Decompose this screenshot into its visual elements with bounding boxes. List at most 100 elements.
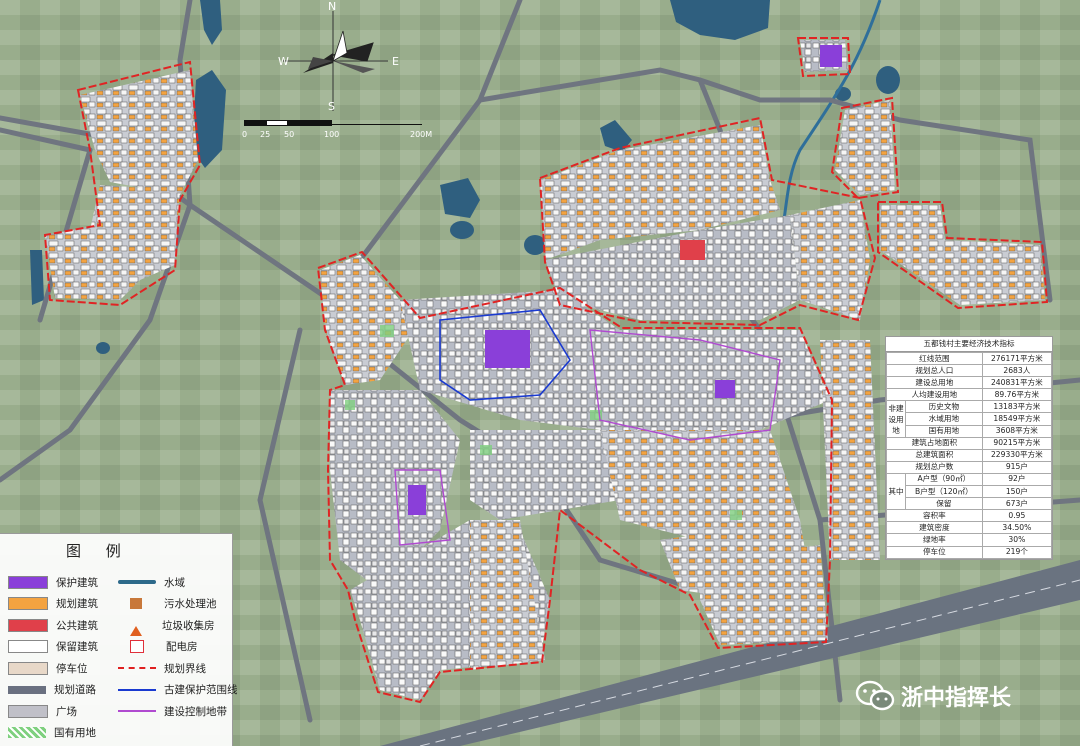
tech-row-label: 历史文物	[905, 400, 983, 414]
tech-row: 建筑占地面积 90215平方米	[886, 436, 1053, 450]
tech-row-label: 停车位	[886, 545, 983, 559]
tech-row-value: 0.95	[981, 509, 1053, 523]
legend-label-heritage: 古建保护范围线	[164, 684, 238, 696]
compass-east-label: E	[392, 55, 399, 68]
tech-row: 水域用地 18549平方米	[887, 412, 1053, 426]
legend-swatch-planned	[8, 597, 48, 610]
plan-map-stage: N S W E 0 25 50 100 200M 图 例 保护建筑 水域 规划建筑 污…	[0, 0, 1080, 746]
scale-label-25: 25	[260, 130, 271, 139]
legend-label-control: 建设控制地带	[164, 705, 227, 718]
legend-swatch-sewage	[130, 598, 142, 609]
tech-row-label: 总建筑面积	[886, 448, 983, 462]
tech-row-value: 3608平方米	[981, 424, 1053, 438]
legend-swatch-retained	[8, 640, 48, 653]
legend-item-water: 水域	[118, 574, 185, 590]
legend-label-sewage: 污水处理池	[164, 598, 217, 610]
tech-row-value: 150户	[981, 485, 1053, 499]
compass-south-label: S	[328, 100, 335, 113]
legend-swatch-parking	[8, 661, 48, 675]
watermark-text: 浙中指挥长	[901, 686, 1012, 711]
tech-row-label: 国有用地	[905, 424, 983, 438]
tech-row: 其中 A户型（90㎡） 92户	[886, 472, 1053, 511]
legend-item-power: 配电房	[118, 639, 198, 655]
tech-row: 红线范围 276171平方米	[886, 351, 1053, 366]
tech-row-value: 229330平方米	[981, 448, 1053, 462]
tech-row: 容积率 0.95	[886, 509, 1053, 523]
legend-swatch-protect	[8, 575, 48, 589]
legend-swatch-water	[118, 580, 156, 584]
legend-label-parking: 停车位	[56, 662, 88, 675]
wechat-icon	[855, 680, 895, 711]
tech-row-label: 规划总人口	[886, 364, 983, 378]
scale-bar: 0 25 50 100 200M	[242, 118, 432, 148]
legend-label-protect: 保护建筑	[56, 576, 98, 589]
legend-swatch-control	[118, 710, 156, 712]
tech-row: 规划总户数 915户	[886, 460, 1053, 474]
legend-item-redline: 规划界线	[118, 660, 206, 676]
tech-row-label: 人均建设用地	[886, 388, 983, 402]
legend-swatch-state	[8, 727, 46, 738]
legend-item-retained: 保留建筑	[8, 639, 98, 655]
tech-row-value: 34.50%	[981, 521, 1053, 535]
legend-label-retained: 保留建筑	[56, 641, 98, 653]
legend-label-garbage: 垃圾收集房	[162, 619, 215, 632]
compass-west-label: W	[278, 55, 289, 68]
legend-item-parking: 停车位	[8, 660, 88, 676]
tech-row: 总建筑面积 229330平方米	[886, 448, 1053, 462]
legend-swatch-heritage	[118, 688, 156, 691]
tech-group-label: 非建设用地	[886, 400, 906, 438]
tech-row-value: 219个	[981, 545, 1053, 559]
tech-row-label: 绿地率	[886, 533, 983, 547]
tech-row: 人均建设用地 89.76平方米	[886, 388, 1053, 402]
legend-label-public: 公共建筑	[56, 619, 98, 632]
legend-item-heritage: 古建保护范围线	[118, 682, 238, 698]
tech-row-value: 30%	[981, 533, 1053, 547]
tech-row: 停车位 219个	[886, 545, 1053, 559]
map-legend: 图 例 保护建筑 水域 规划建筑 污水处理池 公共建筑 垃圾收集房 保留建筑 配电房 停车位 规划…	[0, 533, 238, 746]
legend-label-state: 国有用地	[54, 727, 96, 739]
tech-row-label: 建筑密度	[886, 521, 983, 535]
tech-row: 规划总人口 2683人	[886, 364, 1053, 378]
legend-item-public: 公共建筑	[8, 617, 98, 633]
legend-label-water: 水域	[164, 576, 185, 589]
legend-label-road: 规划道路	[54, 684, 96, 696]
legend-item-protect: 保护建筑	[8, 574, 98, 590]
legend-swatch-public	[8, 618, 48, 632]
tech-row-value: 240831平方米	[981, 376, 1053, 390]
legend-item-road: 规划道路	[8, 682, 96, 698]
tech-table-grid: 红线范围 276171平方米 规划总人口 2683人 建设总用地 240831平方米 人均建…	[886, 351, 1053, 559]
legend-item-state: 国有用地	[8, 725, 96, 741]
tech-row: 非建设用地 历史文物 13183平方米	[886, 400, 1053, 438]
tech-row: 国有用地 3608平方米	[887, 424, 1053, 438]
tech-row-value: 673户	[981, 497, 1053, 511]
tech-row-value: 90215平方米	[981, 436, 1053, 450]
compass-north-label: N	[328, 0, 337, 13]
tech-row-label: 建筑占地面积	[886, 436, 983, 450]
tech-row: 建设总用地 240831平方米	[886, 376, 1053, 390]
legend-title: 图 例	[66, 542, 131, 560]
legend-swatch-plaza	[8, 704, 48, 718]
tech-row-label: 水域用地	[905, 412, 983, 426]
legend-item-sewage: 污水处理池	[118, 596, 217, 612]
legend-item-garbage: 垃圾收集房	[118, 614, 215, 636]
tech-row-value: 13183平方米	[981, 400, 1053, 414]
tech-row-label: 红线范围	[886, 351, 983, 366]
tech-row-value: 276171平方米	[981, 351, 1053, 366]
tech-row-value: 89.76平方米	[981, 388, 1053, 402]
scale-label-0: 0	[242, 130, 248, 139]
legend-swatch-garbage	[130, 614, 142, 636]
scale-label-200m: 200M	[410, 130, 433, 139]
legend-item-control: 建设控制地带	[118, 703, 227, 719]
tech-row-label: 规划总户数	[886, 460, 983, 474]
tech-row-value: 915户	[981, 460, 1053, 474]
legend-label-power: 配电房	[166, 641, 198, 653]
tech-row-label: 建设总用地	[886, 376, 983, 390]
watermark: 浙中指挥长	[855, 676, 1011, 716]
tech-row: 保留 673户	[887, 497, 1053, 511]
tech-row-label: B户型（120㎡）	[905, 485, 983, 499]
tech-row: 建筑密度 34.50%	[886, 521, 1053, 535]
legend-swatch-road	[8, 685, 46, 694]
tech-row-value: 2683人	[981, 364, 1053, 378]
tech-row: B户型（120㎡） 150户	[887, 485, 1053, 499]
scale-label-50: 50	[284, 130, 295, 139]
